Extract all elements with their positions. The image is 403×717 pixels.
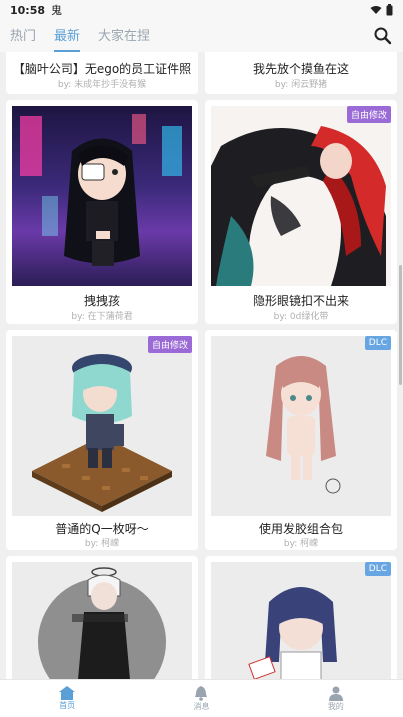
work-title: 普通的Q一枚呀～: [55, 522, 149, 536]
person-icon: [328, 686, 343, 701]
tab-latest[interactable]: 最新: [54, 25, 81, 52]
work-title: 使用发胶组合包: [258, 522, 343, 536]
work-card[interactable]: DLC: [205, 556, 397, 679]
status-bar: 10:58 鬼: [0, 0, 403, 20]
free-edit-badge: 自由修改: [346, 106, 391, 123]
work-title: 【脑叶公司】无ego的员工证件照: [12, 62, 192, 76]
home-icon: [59, 686, 76, 700]
status-time: 10:58: [10, 3, 46, 17]
work-thumbnail: [12, 106, 192, 286]
work-thumbnail: [211, 336, 391, 516]
character-red-hair: [211, 126, 386, 286]
work-card[interactable]: 拽拽孩 by: 在下蒲荷君: [6, 100, 198, 324]
work-thumbnail: [12, 336, 192, 516]
dlc-badge: DLC: [364, 336, 391, 350]
work-author: by: 闲云野猪: [274, 80, 328, 90]
work-author: by: 末成年抄手没有猴: [57, 80, 147, 90]
nav-home-label: 首页: [59, 701, 76, 710]
work-title: 隐形眼镜扣不出来: [252, 294, 349, 308]
tab-everyone-making[interactable]: 大家在捏: [98, 25, 150, 52]
work-title: 我先放个摸鱼在这: [252, 62, 349, 76]
work-author: by: 柯嵘: [283, 539, 319, 549]
nav-messages[interactable]: 消息: [134, 680, 268, 717]
character-coat-boy: [38, 567, 166, 679]
nav-home[interactable]: 首页: [0, 680, 134, 717]
status-icons: [370, 4, 393, 16]
bottom-nav: 首页 消息 我的: [0, 679, 403, 717]
work-author: by: 柯嵘: [84, 539, 120, 549]
work-card[interactable]: DLC 使用发胶组合包 by: 柯嵘: [205, 330, 397, 550]
work-thumbnail: [211, 106, 391, 286]
tab-hot[interactable]: 热门: [10, 25, 36, 52]
work-card[interactable]: 自由修改 普通的Q一枚呀～ by: 柯嵘: [6, 330, 198, 550]
work-card[interactable]: 自由修改 隐形眼镜扣不出来 by: 0d绿化带: [205, 100, 397, 324]
nav-mine[interactable]: 我的: [269, 680, 403, 717]
work-card[interactable]: [6, 556, 198, 679]
work-card[interactable]: 我先放个摸鱼在这 by: 闲云野猪: [205, 52, 397, 94]
free-edit-badge: 自由修改: [147, 336, 192, 353]
nav-messages-label: 消息: [193, 701, 210, 711]
works-feed: 【脑叶公司】无ego的员工证件照 by: 末成年抄手没有猴 我先放个摸鱼在这 b…: [0, 52, 403, 679]
character-navy-hair: [248, 587, 337, 679]
app-glyph: 鬼: [51, 4, 63, 17]
work-thumbnail: [12, 562, 192, 679]
character-neon-girl: [20, 114, 182, 266]
bell-icon: [195, 685, 208, 701]
nav-mine-label: 我的: [327, 701, 344, 711]
work-thumbnail: [211, 562, 391, 679]
work-author: by: 在下蒲荷君: [71, 312, 133, 322]
dlc-badge: DLC: [364, 562, 391, 576]
battery-icon: [386, 4, 393, 16]
work-title: 拽拽孩: [83, 294, 120, 308]
work-card[interactable]: 【脑叶公司】无ego的员工证件照 by: 末成年抄手没有猴: [6, 52, 198, 94]
wifi-icon: [370, 6, 382, 14]
scrollbar[interactable]: [399, 265, 402, 385]
top-tabs: 热门 最新 大家在捏: [0, 20, 403, 52]
search-icon[interactable]: [373, 26, 393, 46]
work-author: by: 0d绿化带: [273, 312, 329, 322]
character-pink-hair: [266, 356, 341, 494]
character-chibi-cap: [32, 354, 172, 512]
